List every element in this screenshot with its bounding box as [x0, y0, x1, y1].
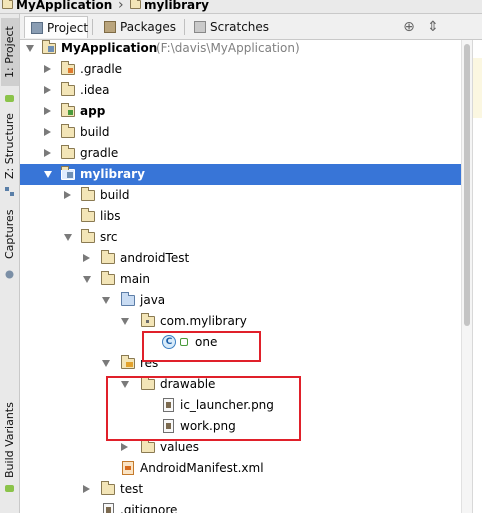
- project-icon: [31, 22, 43, 34]
- module-folder-icon: [130, 0, 141, 9]
- android-icon: [5, 95, 14, 102]
- tree-row[interactable]: build: [20, 185, 461, 206]
- expand-arrow-icon[interactable]: [44, 171, 52, 178]
- tree-row-root[interactable]: MyApplication (F:\davis\MyApplication): [20, 40, 461, 59]
- scratches-icon: [194, 21, 206, 33]
- packages-icon: [104, 21, 116, 33]
- collapse-arrow-icon[interactable]: [44, 107, 51, 115]
- tree-row[interactable]: app: [20, 101, 461, 122]
- tab-divider: [92, 19, 93, 35]
- module-folder-icon: [61, 166, 75, 180]
- annotation-box-class: [142, 331, 261, 362]
- tree-row[interactable]: .gitignore: [20, 500, 461, 513]
- tree-row[interactable]: test: [20, 479, 461, 500]
- tree-row-selected[interactable]: mylibrary: [20, 164, 461, 185]
- folder-icon: [101, 481, 115, 495]
- tree-row[interactable]: .gradle: [20, 59, 461, 80]
- collapse-arrow-icon[interactable]: [83, 254, 90, 262]
- xml-file-icon: [122, 461, 134, 475]
- tree-row[interactable]: build: [20, 122, 461, 143]
- folder-icon: [2, 0, 13, 9]
- breadcrumb-item-project[interactable]: MyApplication: [2, 0, 112, 13]
- tab-captures-vertical[interactable]: Captures: [1, 204, 19, 264]
- folder-icon: [81, 208, 95, 222]
- tree-row[interactable]: androidTest: [20, 248, 461, 269]
- breadcrumb-separator: ›: [118, 0, 124, 13]
- project-tree: MyApplication (F:\davis\MyApplication) .…: [20, 40, 461, 513]
- tree-row[interactable]: src: [20, 227, 461, 248]
- tree-row[interactable]: gradle: [20, 143, 461, 164]
- folder-icon: [101, 271, 115, 285]
- expand-arrow-icon[interactable]: [102, 297, 110, 304]
- tab-packages[interactable]: Packages: [98, 16, 180, 38]
- expand-arrow-icon[interactable]: [102, 360, 110, 367]
- folder-icon: [81, 229, 95, 243]
- tool-window-header: Project Packages Scratches ⊕ ⇕: [20, 14, 482, 40]
- tab-scratches[interactable]: Scratches: [188, 16, 269, 38]
- collapse-arrow-icon[interactable]: [121, 443, 128, 451]
- tree-row[interactable]: main: [20, 269, 461, 290]
- tree-row[interactable]: .idea: [20, 80, 461, 101]
- folder-icon: [61, 82, 75, 96]
- breadcrumb: MyApplication › mylibrary: [0, 0, 482, 14]
- scrollbar-thumb[interactable]: [464, 44, 470, 326]
- tree-row[interactable]: java: [20, 290, 461, 311]
- tab-project[interactable]: Project: [24, 16, 88, 38]
- collapse-arrow-icon[interactable]: [44, 86, 51, 94]
- folder-icon: [61, 61, 75, 75]
- tree-row[interactable]: com.mylibrary: [20, 311, 461, 332]
- breadcrumb-item-module[interactable]: mylibrary: [130, 0, 209, 13]
- captures-icon: [5, 270, 14, 279]
- editor-edge: [472, 40, 482, 513]
- collapse-arrow-icon[interactable]: [44, 128, 51, 136]
- project-folder-icon: [42, 40, 56, 54]
- annotation-box-drawable: [106, 376, 301, 441]
- left-tool-strip: 1: Project Z: Structure Captures Build V…: [0, 14, 20, 513]
- tab-project-vertical[interactable]: 1: Project: [1, 18, 19, 86]
- collapse-arrow-icon[interactable]: [83, 485, 90, 493]
- tree-row[interactable]: libs: [20, 206, 461, 227]
- folder-icon: [141, 439, 155, 453]
- collapse-arrow-icon[interactable]: [44, 65, 51, 73]
- expand-arrow-icon[interactable]: [64, 234, 72, 241]
- tree-row[interactable]: AndroidManifest.xml: [20, 458, 461, 479]
- expand-arrow-icon[interactable]: [121, 318, 129, 325]
- collapse-arrow-icon[interactable]: [44, 149, 51, 157]
- collapse-arrow-icon[interactable]: [64, 191, 71, 199]
- expand-arrow-icon[interactable]: [26, 45, 34, 52]
- locate-target-icon[interactable]: ⊕: [400, 18, 418, 36]
- collapse-all-icon[interactable]: ⇕: [424, 18, 442, 36]
- tab-build-variants-vertical[interactable]: Build Variants: [1, 402, 19, 478]
- vertical-scrollbar[interactable]: [461, 40, 472, 513]
- tab-divider: [184, 19, 185, 35]
- folder-icon: [61, 145, 75, 159]
- module-folder-icon: [61, 103, 75, 117]
- text-file-icon: [103, 503, 114, 513]
- package-icon: [141, 313, 155, 327]
- tab-structure-vertical[interactable]: Z: Structure: [1, 110, 19, 182]
- structure-icon: [5, 187, 14, 196]
- expand-arrow-icon[interactable]: [83, 276, 91, 283]
- android-icon: [5, 485, 14, 492]
- resource-folder-icon: [121, 355, 135, 369]
- folder-icon: [101, 250, 115, 264]
- folder-icon: [81, 187, 95, 201]
- source-folder-icon: [121, 292, 135, 306]
- folder-icon: [61, 124, 75, 138]
